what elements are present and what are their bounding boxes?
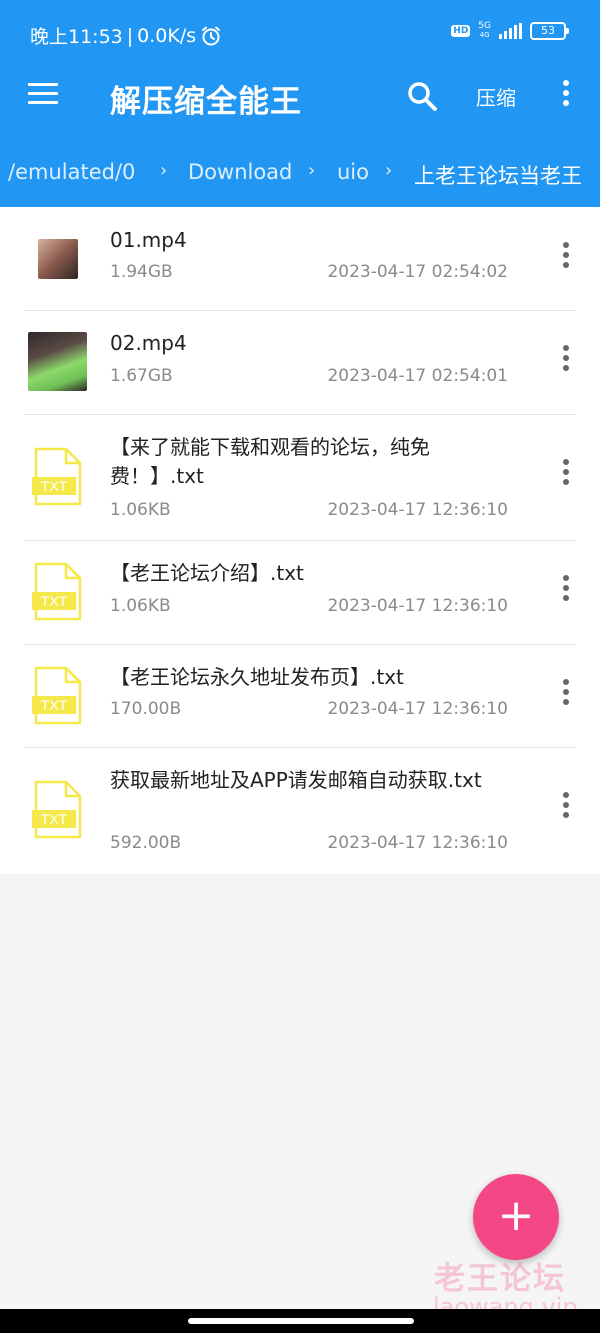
add-button[interactable]: + bbox=[473, 1174, 559, 1260]
file-name: 【老王论坛永久地址发布页】.txt bbox=[110, 665, 404, 689]
battery-level: 53 bbox=[541, 24, 555, 37]
more-vert-icon[interactable] bbox=[558, 242, 574, 274]
status-separator: | bbox=[126, 24, 134, 47]
file-date: 2023-04-17 02:54:01 bbox=[327, 366, 508, 386]
file-row[interactable]: TXT 【来了就能下载和观看的论坛，纯免费！】.txt 1.06KB 2023-… bbox=[0, 414, 600, 540]
file-size: 592.00B bbox=[110, 833, 182, 853]
breadcrumb-item-download[interactable]: Download bbox=[188, 160, 292, 184]
file-row[interactable]: 02.mp4 1.67GB 2023-04-17 02:54:01 bbox=[0, 310, 600, 414]
toolbar: 解压缩全能王 压缩 bbox=[0, 70, 600, 126]
menu-icon[interactable] bbox=[28, 83, 58, 107]
network-sub-label: 4G bbox=[479, 31, 490, 39]
status-left: 晚上11:53 | 0.0K/s bbox=[30, 22, 222, 49]
network-type-label: 5G bbox=[478, 21, 491, 31]
file-date: 2023-04-17 02:54:02 bbox=[327, 262, 508, 282]
breadcrumb-separator-icon: › bbox=[160, 160, 168, 181]
file-row[interactable]: 01.mp4 1.94GB 2023-04-17 02:54:02 bbox=[0, 207, 600, 310]
more-vert-icon[interactable] bbox=[558, 679, 574, 711]
status-time: 晚上11:53 bbox=[30, 26, 123, 48]
txt-badge: TXT bbox=[41, 811, 68, 827]
file-name: 01.mp4 bbox=[110, 228, 187, 252]
home-indicator[interactable] bbox=[188, 1318, 414, 1324]
file-name: 02.mp4 bbox=[110, 331, 187, 355]
txt-file-icon: TXT bbox=[32, 562, 82, 621]
more-vert-icon[interactable] bbox=[558, 345, 574, 377]
txt-badge: TXT bbox=[41, 593, 68, 609]
file-size: 170.00B bbox=[110, 699, 182, 719]
app-title: 解压缩全能王 bbox=[110, 84, 302, 120]
file-row[interactable]: TXT 【老王论坛永久地址发布页】.txt 170.00B 2023-04-17… bbox=[0, 644, 600, 747]
file-size: 1.06KB bbox=[110, 500, 171, 520]
breadcrumb-item-emulated[interactable]: /emulated/0 bbox=[8, 160, 135, 184]
file-size: 1.67GB bbox=[110, 366, 173, 386]
app-bar: 晚上11:53 | 0.0K/s HD 5G 4G 53 解压缩全能王 压缩 /… bbox=[0, 0, 600, 207]
txt-file-icon: TXT bbox=[32, 666, 82, 725]
file-name: 获取最新地址及APP请发邮箱自动获取.txt bbox=[110, 768, 482, 792]
file-date: 2023-04-17 12:36:10 bbox=[327, 596, 508, 616]
compress-button[interactable]: 压缩 bbox=[476, 82, 516, 111]
watermark-title: 老王论坛 bbox=[434, 1261, 566, 1297]
file-row[interactable]: TXT 【老王论坛介绍】.txt 1.06KB 2023-04-17 12:36… bbox=[0, 540, 600, 644]
alarm-icon bbox=[202, 26, 221, 45]
more-vert-icon[interactable] bbox=[558, 80, 574, 112]
status-network-speed: 0.0K/s bbox=[137, 24, 197, 47]
file-date: 2023-04-17 12:36:10 bbox=[327, 699, 508, 719]
file-date: 2023-04-17 12:36:10 bbox=[327, 500, 508, 520]
breadcrumb-separator-icon: › bbox=[308, 160, 316, 181]
file-list: 01.mp4 1.94GB 2023-04-17 02:54:02 02.mp4… bbox=[0, 207, 600, 874]
status-bar: 晚上11:53 | 0.0K/s HD 5G 4G 53 bbox=[0, 0, 600, 70]
video-thumbnail bbox=[38, 239, 78, 279]
file-size: 1.94GB bbox=[110, 262, 173, 282]
more-vert-icon[interactable] bbox=[558, 792, 574, 824]
file-row[interactable]: TXT 获取最新地址及APP请发邮箱自动获取.txt 592.00B 2023-… bbox=[0, 747, 600, 874]
breadcrumb: /emulated/0 › Download › uio › 上老王论坛当老王 bbox=[0, 150, 600, 196]
breadcrumb-item-current[interactable]: 上老王论坛当老王 bbox=[414, 160, 582, 190]
video-thumbnail bbox=[28, 332, 87, 391]
file-name: 【来了就能下载和观看的论坛，纯免费！】.txt bbox=[110, 435, 430, 488]
hd-badge: HD bbox=[451, 25, 471, 37]
txt-badge: TXT bbox=[41, 478, 68, 494]
breadcrumb-separator-icon: › bbox=[385, 160, 393, 181]
txt-badge: TXT bbox=[41, 697, 68, 713]
signal-icon bbox=[499, 23, 522, 39]
battery-icon: 53 bbox=[530, 22, 569, 40]
file-date: 2023-04-17 12:36:10 bbox=[327, 833, 508, 853]
txt-file-icon: TXT bbox=[32, 447, 82, 506]
navigation-bar bbox=[0, 1309, 600, 1333]
more-vert-icon[interactable] bbox=[558, 575, 574, 607]
file-name: 【老王论坛介绍】.txt bbox=[110, 561, 304, 585]
more-vert-icon[interactable] bbox=[558, 459, 574, 491]
file-size: 1.06KB bbox=[110, 596, 171, 616]
txt-file-icon: TXT bbox=[32, 780, 82, 839]
search-icon[interactable] bbox=[404, 78, 440, 114]
network-type: 5G 4G bbox=[478, 22, 491, 40]
breadcrumb-item-uio[interactable]: uio bbox=[337, 160, 369, 184]
status-right: HD 5G 4G 53 bbox=[451, 22, 569, 40]
